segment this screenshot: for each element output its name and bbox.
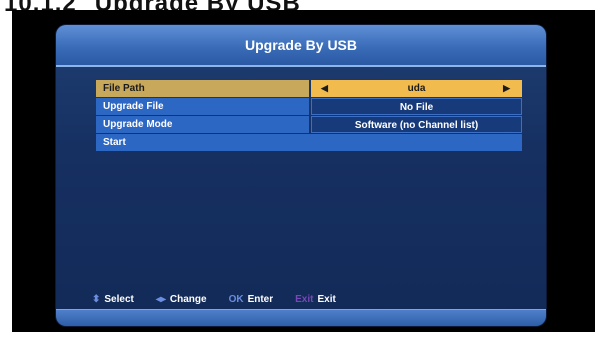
menu-row-upgrade-file[interactable]: Upgrade File No File	[96, 98, 522, 115]
ok-key-icon: OK	[228, 293, 244, 305]
hint-ok-label: Enter	[247, 293, 274, 305]
bottom-bar	[56, 309, 546, 326]
hint-exit: Exit Exit	[295, 294, 336, 305]
file-path-text: uda	[407, 83, 426, 94]
upgrade-dialog: Upgrade By USB File Path ◀ uda ▶ Upgrade…	[56, 25, 546, 326]
hint-exit-label: Exit	[317, 293, 336, 305]
hint-change: ◂▸ Change	[156, 294, 207, 305]
hint-select: ⬍ Select	[92, 294, 134, 305]
up-down-arrow-icon: ⬍	[92, 293, 101, 305]
start-label[interactable]: Start	[96, 134, 522, 151]
upgrade-file-value[interactable]: No File	[311, 98, 522, 115]
menu-row-upgrade-mode[interactable]: Upgrade Mode Software (no Channel list)	[96, 116, 522, 133]
file-path-value[interactable]: ◀ uda ▶	[311, 80, 522, 97]
hint-ok: OK Enter	[229, 294, 274, 305]
upgrade-menu: File Path ◀ uda ▶ Upgrade File No File U…	[96, 80, 522, 152]
title-bar: Upgrade By USB	[56, 25, 546, 67]
tv-screen: Upgrade By USB File Path ◀ uda ▶ Upgrade…	[12, 10, 595, 332]
upgrade-mode-value[interactable]: Software (no Channel list)	[311, 116, 522, 133]
menu-row-start[interactable]: Start	[96, 134, 522, 151]
right-arrow-icon[interactable]: ▶	[503, 80, 510, 97]
exit-key-icon: Exit	[295, 293, 314, 305]
key-hints: ⬍ Select ◂▸ Change OK Enter Exit Exit	[56, 289, 546, 309]
dialog-title: Upgrade By USB	[244, 37, 358, 53]
hint-select-label: Select	[104, 293, 134, 305]
upgrade-mode-label: Upgrade Mode	[96, 116, 309, 133]
hint-change-label: Change	[169, 293, 207, 305]
left-arrow-icon[interactable]: ◀	[321, 80, 328, 97]
file-path-label: File Path	[96, 80, 309, 97]
menu-row-file-path[interactable]: File Path ◀ uda ▶	[96, 80, 522, 97]
left-right-arrow-icon: ◂▸	[155, 293, 166, 305]
upgrade-file-label: Upgrade File	[96, 98, 309, 115]
